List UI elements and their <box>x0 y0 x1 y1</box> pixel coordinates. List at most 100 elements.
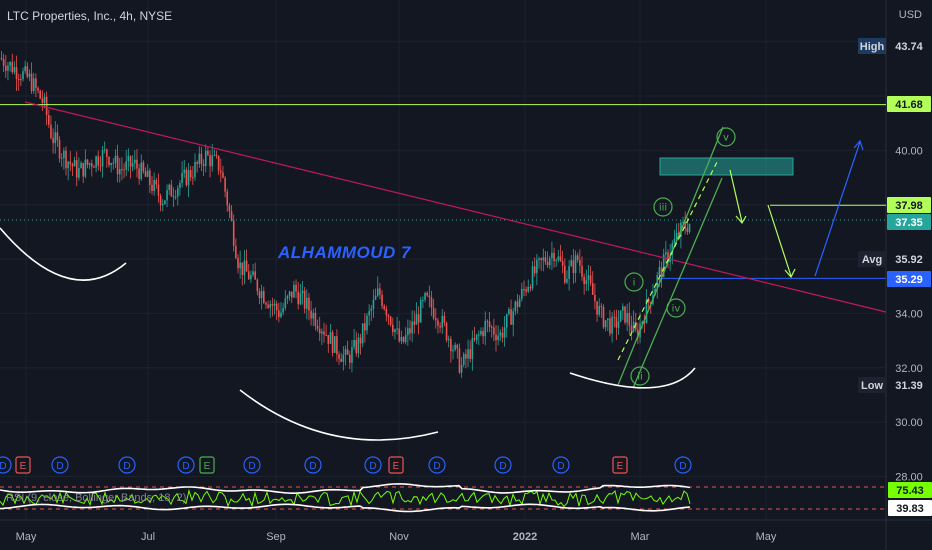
candle-body <box>101 150 104 167</box>
candle-body <box>215 154 218 156</box>
candle-body <box>510 309 512 325</box>
candle-body <box>308 297 310 311</box>
candle-body <box>321 331 323 334</box>
candle-body <box>480 330 482 335</box>
candle-body <box>181 172 183 183</box>
candle-body <box>611 316 613 334</box>
candle-body <box>56 132 59 141</box>
candle-body <box>138 168 140 180</box>
candle-body <box>185 169 188 186</box>
candle-body <box>131 163 134 167</box>
candle-body <box>116 155 119 175</box>
candle-body <box>398 328 401 342</box>
candle-body <box>602 306 605 328</box>
candle-body <box>78 168 80 178</box>
candle-body <box>430 297 433 308</box>
candle-body <box>589 275 592 284</box>
candle-body <box>493 327 495 335</box>
candle-body <box>574 255 577 274</box>
event-marker-label: E <box>204 461 211 472</box>
candle-body <box>230 210 233 221</box>
candle-body <box>404 335 407 343</box>
candle-body <box>166 190 168 201</box>
price-chart[interactable]: iiiiiiivv 75.4339.83 DEDDDEDDDEDDDED May… <box>0 0 932 550</box>
candle-body <box>508 309 510 315</box>
event-marker-label: D <box>309 461 316 472</box>
rsi-indicator-label[interactable]: RSI (9, close, Bollinger Bands, 18, 2) <box>6 492 186 504</box>
candle-body <box>209 155 211 167</box>
candle-body <box>428 295 431 298</box>
candle-body <box>402 337 405 343</box>
candle-body <box>475 334 478 340</box>
price-tag-value: 43.74 <box>895 41 923 53</box>
candle-body <box>473 338 476 340</box>
candle-body <box>331 332 334 353</box>
candle-body <box>376 288 379 296</box>
candle-body <box>327 335 330 344</box>
event-marker-label: E <box>20 461 27 472</box>
candle-body <box>144 171 147 177</box>
candle-body <box>342 354 345 362</box>
candle-body <box>260 291 263 299</box>
event-marker-label: D <box>248 461 255 472</box>
candle-body <box>447 338 450 341</box>
candle-body <box>35 78 37 88</box>
x-tick-label: Jul <box>141 531 155 543</box>
candle-body <box>39 90 41 99</box>
candle-body <box>396 328 398 330</box>
curve-left <box>0 227 127 281</box>
wave-v-label: v <box>723 133 729 144</box>
candle-body <box>553 252 555 262</box>
event-marker-label: D <box>56 461 63 472</box>
candle-body <box>48 115 50 125</box>
candle-body <box>30 73 33 92</box>
candle-body <box>269 304 272 308</box>
candle-body <box>385 308 388 316</box>
projection-green-down-2 <box>767 204 792 277</box>
x-axis: May Jul Sep Nov 2022 Mar May <box>16 531 777 543</box>
rsi-tag-1: 39.83 <box>896 503 924 515</box>
event-marker-label: E <box>617 461 624 472</box>
candle-body <box>161 204 164 206</box>
candle-body <box>146 170 149 177</box>
candle-body <box>237 257 239 269</box>
candle-body <box>665 252 667 255</box>
candle-body <box>518 298 521 307</box>
candle-body <box>168 184 170 191</box>
candle-body <box>252 271 254 276</box>
candle-body <box>536 259 538 274</box>
candle-body <box>379 288 381 295</box>
candle-body <box>366 315 368 331</box>
candle-body <box>609 318 611 334</box>
candle-body <box>600 305 603 307</box>
candle-body <box>478 334 480 336</box>
candle-body <box>52 137 54 144</box>
candle-body <box>125 161 127 170</box>
candle-body <box>177 187 179 197</box>
event-marker-label: D <box>369 461 376 472</box>
candle-body <box>561 261 564 266</box>
candle-body <box>41 98 44 104</box>
currency-label[interactable]: USD <box>899 9 922 21</box>
candle-body <box>9 62 11 66</box>
candle-body <box>45 96 48 116</box>
candle-body <box>503 327 506 338</box>
candle-body <box>60 157 63 159</box>
candle-body <box>619 310 622 322</box>
candle-body <box>527 286 530 292</box>
candle-body <box>192 177 194 179</box>
descending-trendline <box>24 101 887 313</box>
event-marker-label: D <box>182 461 189 472</box>
candle-body <box>306 297 308 309</box>
candle-body <box>275 303 278 311</box>
event-marker-label: D <box>433 461 440 472</box>
candle-body <box>172 196 175 198</box>
candle-body <box>22 71 24 80</box>
candle-body <box>469 349 471 359</box>
candle-body <box>630 325 633 332</box>
candle-body <box>224 177 226 192</box>
candle-body <box>95 156 97 168</box>
candle-body <box>381 294 383 307</box>
candle-body <box>153 180 155 191</box>
candle-body <box>288 291 291 296</box>
